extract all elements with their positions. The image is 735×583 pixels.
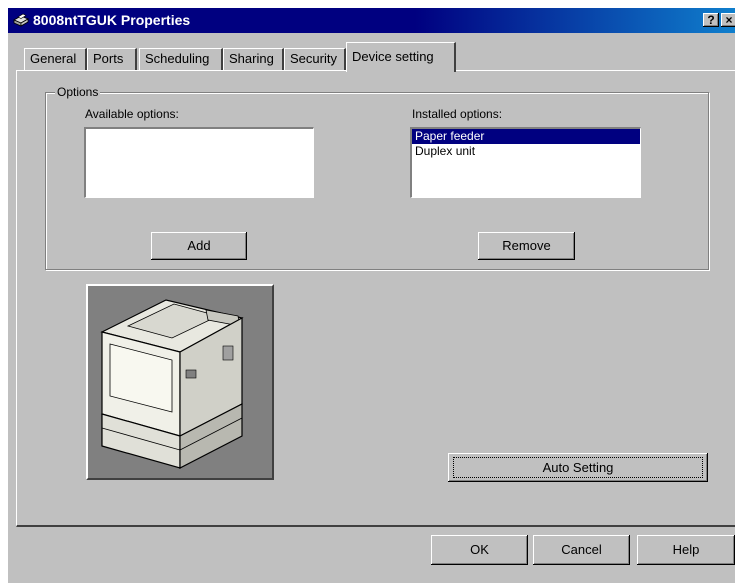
ok-button[interactable]: OK bbox=[431, 535, 528, 565]
installed-options-label: Installed options: bbox=[412, 107, 503, 121]
tab-security-label: Security bbox=[290, 51, 337, 66]
title-bar[interactable]: 8008ntTGUK Properties ? × bbox=[8, 8, 735, 33]
tab-security[interactable]: Security bbox=[284, 48, 346, 70]
tab-sharing-label: Sharing bbox=[229, 51, 274, 66]
close-title-button[interactable]: × bbox=[721, 13, 735, 27]
tab-sharing[interactable]: Sharing bbox=[223, 48, 284, 70]
help-title-button[interactable]: ? bbox=[703, 13, 719, 27]
tab-general[interactable]: General bbox=[24, 48, 87, 70]
available-options-label: Available options: bbox=[85, 107, 179, 121]
installed-option-paper-feeder[interactable]: Paper feeder bbox=[412, 129, 640, 144]
cancel-button[interactable]: Cancel bbox=[533, 535, 630, 565]
available-options-list[interactable] bbox=[84, 127, 314, 198]
auto-setting-button[interactable]: Auto Setting bbox=[448, 453, 708, 482]
options-group-label: Options bbox=[55, 85, 101, 99]
auto-setting-label: Auto Setting bbox=[542, 460, 614, 475]
remove-button[interactable]: Remove bbox=[478, 232, 575, 260]
printer-drawing bbox=[100, 299, 244, 469]
installed-option-duplex-unit[interactable]: Duplex unit bbox=[412, 144, 640, 159]
tab-ports[interactable]: Ports bbox=[87, 48, 137, 70]
window-title: 8008ntTGUK Properties bbox=[33, 12, 191, 28]
tab-scheduling[interactable]: Scheduling bbox=[139, 48, 223, 70]
installed-options-list[interactable]: Paper feeder Duplex unit bbox=[410, 127, 641, 198]
help-button[interactable]: Help bbox=[637, 535, 735, 565]
tab-general-label: General bbox=[30, 51, 77, 66]
tab-device-setting[interactable]: Device setting bbox=[346, 42, 456, 72]
tab-device-setting-label: Device setting bbox=[352, 49, 434, 64]
printer-icon bbox=[13, 13, 29, 27]
tab-ports-label: Ports bbox=[93, 51, 124, 66]
tab-scheduling-label: Scheduling bbox=[145, 51, 210, 66]
printer-illustration bbox=[86, 284, 274, 480]
add-button[interactable]: Add bbox=[151, 232, 247, 260]
